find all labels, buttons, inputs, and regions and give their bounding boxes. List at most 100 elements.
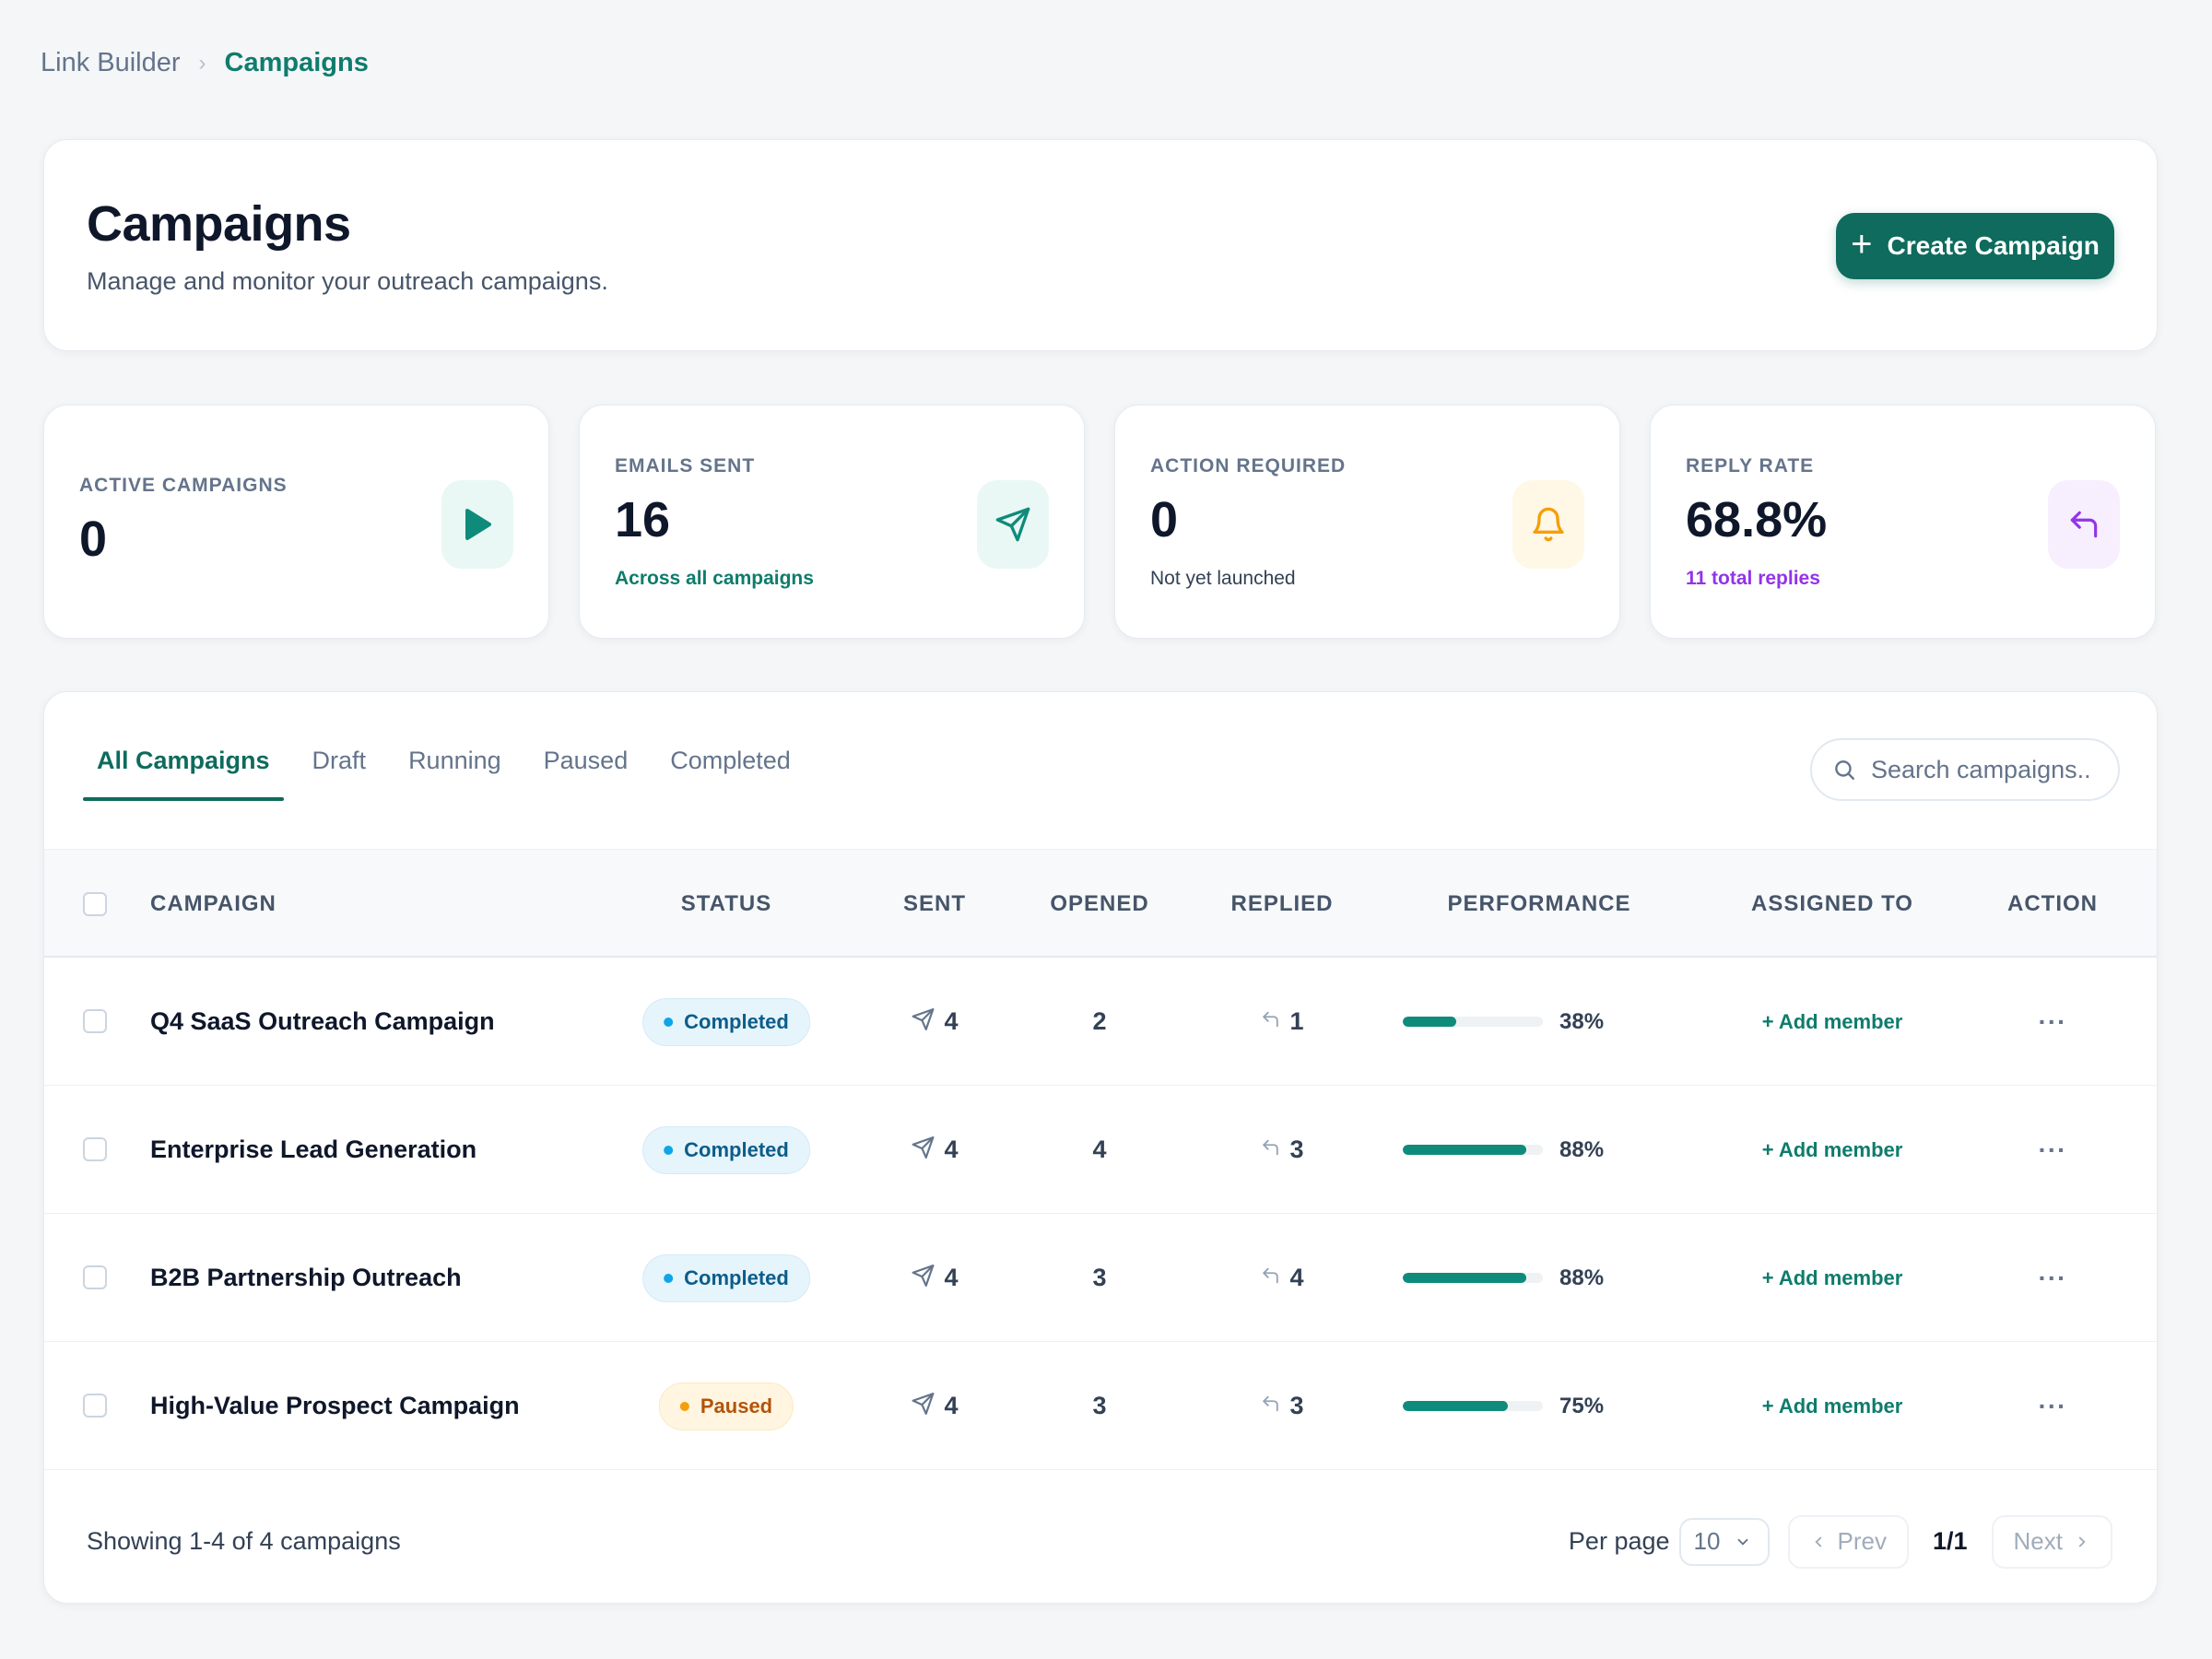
status-badge: Completed [642, 1253, 810, 1302]
stat-sub: Across all campaigns [615, 568, 814, 589]
performance-bar [1403, 1401, 1543, 1411]
breadcrumb-link-builder[interactable]: Link Builder [41, 48, 181, 78]
page: Link Builder › Campaigns Campaigns Manag… [0, 0, 2212, 1659]
table-row[interactable]: B2B Partnership Outreach Completed 4 3 4 88% +… [44, 1214, 2157, 1342]
stat-label: ACTIVE CAMPAIGNS [79, 475, 288, 496]
tab-draft[interactable]: Draft [299, 692, 381, 801]
stat-value: 0 [1150, 492, 1179, 547]
send-icon [977, 480, 1049, 569]
status-dot-icon [664, 1017, 674, 1027]
tab-bar: All Campaigns Draft Running Paused Compl… [83, 692, 819, 801]
more-actions-icon[interactable]: ··· [2039, 1392, 2067, 1421]
page-indicator: 1/1 [1932, 1527, 1968, 1555]
sent-value: 4 [944, 1135, 959, 1163]
breadcrumb: Link Builder › Campaigns [41, 48, 369, 78]
tab-running[interactable]: Running [394, 692, 515, 801]
add-member-link[interactable]: + Add member [1762, 1266, 1903, 1290]
chevron-right-icon: › [198, 50, 206, 76]
table-row[interactable]: Q4 SaaS Outreach Campaign Completed 4 2 1 38%… [44, 958, 2157, 1086]
opened-value: 4 [1092, 1135, 1107, 1163]
more-actions-icon[interactable]: ··· [2039, 1264, 2067, 1293]
per-page-label: Per page [1568, 1527, 1670, 1555]
chevron-left-icon [1814, 1536, 1821, 1547]
replied-count: 4 [1260, 1264, 1304, 1292]
reply-icon [2048, 480, 2120, 569]
send-icon [911, 1264, 935, 1292]
stat-value: 16 [615, 492, 671, 547]
status-label: Completed [684, 1265, 789, 1289]
create-campaign-button[interactable]: + Create Campaign [1836, 213, 2114, 279]
status-dot-icon [664, 1145, 674, 1155]
replied-value: 3 [1289, 1135, 1304, 1163]
status-dot-icon [679, 1401, 689, 1411]
performance-percent: 75% [1559, 1393, 1605, 1418]
table-header: CAMPAIGN STATUS SENT OPENED REPLIED PERF… [44, 849, 2157, 958]
showing-count: Showing 1-4 of 4 campaigns [87, 1527, 401, 1555]
sent-value: 4 [944, 1392, 959, 1419]
chevron-right-icon [2078, 1536, 2086, 1547]
add-member-link[interactable]: + Add member [1762, 1138, 1903, 1162]
campaign-name[interactable]: High-Value Prospect Campaign [150, 1392, 520, 1420]
tab-all-campaigns[interactable]: All Campaigns [83, 692, 284, 801]
campaign-name[interactable]: Q4 SaaS Outreach Campaign [150, 1007, 495, 1036]
page-subtitle: Manage and monitor your outreach campaig… [87, 267, 608, 295]
send-icon [911, 1007, 935, 1036]
row-checkbox[interactable] [83, 1137, 107, 1161]
more-actions-icon[interactable]: ··· [2039, 1007, 2067, 1037]
more-actions-icon[interactable]: ··· [2039, 1135, 2067, 1165]
column-replied[interactable]: REPLIED [1230, 850, 1333, 959]
column-status[interactable]: STATUS [681, 850, 771, 959]
column-assigned-to[interactable]: ASSIGNED TO [1751, 850, 1913, 959]
campaign-name[interactable]: Enterprise Lead Generation [150, 1135, 477, 1164]
plus-icon: + [1851, 224, 1873, 265]
performance-fill [1403, 1145, 1526, 1155]
reply-icon [1260, 1137, 1280, 1162]
performance-percent: 38% [1559, 1008, 1605, 1034]
performance-bar [1403, 1145, 1543, 1155]
stat-sub: Not yet launched [1150, 568, 1296, 589]
column-opened[interactable]: OPENED [1050, 850, 1148, 959]
reply-icon [1260, 1394, 1280, 1418]
row-checkbox[interactable] [83, 1394, 107, 1418]
replied-value: 4 [1289, 1264, 1304, 1291]
add-member-link[interactable]: + Add member [1762, 1010, 1903, 1034]
campaign-name[interactable]: B2B Partnership Outreach [150, 1264, 462, 1292]
table-row[interactable]: Enterprise Lead Generation Completed 4 4 3 88… [44, 1086, 2157, 1214]
next-page-button[interactable]: Next [1991, 1514, 2112, 1569]
sent-value: 4 [944, 1007, 959, 1035]
stat-card-action-required: ACTION REQUIRED 0 Not yet launched [1114, 405, 1620, 639]
opened-value: 2 [1092, 1007, 1107, 1035]
create-campaign-label: Create Campaign [1887, 231, 2100, 260]
column-sent[interactable]: SENT [903, 850, 966, 959]
replied-value: 1 [1289, 1007, 1304, 1035]
next-label: Next [2013, 1527, 2063, 1555]
stat-label: REPLY RATE [1686, 455, 1815, 477]
bell-icon [1512, 480, 1584, 569]
select-all-checkbox[interactable] [83, 892, 107, 916]
replied-count: 1 [1260, 1007, 1304, 1036]
status-label: Completed [684, 1137, 789, 1161]
search-input[interactable] [1871, 755, 2092, 784]
table-row[interactable]: High-Value Prospect Campaign Paused 4 3 3 75%… [44, 1342, 2157, 1470]
reply-icon [1260, 1265, 1280, 1290]
tab-completed[interactable]: Completed [656, 692, 805, 801]
breadcrumb-current: Campaigns [224, 48, 369, 77]
stat-card-emails-sent: EMAILS SENT 16 Across all campaigns [579, 405, 1085, 639]
column-action: ACTION [2007, 891, 2098, 916]
per-page-value: 10 [1693, 1527, 1721, 1555]
play-icon [441, 480, 513, 569]
search-box[interactable] [1810, 738, 2120, 801]
column-performance[interactable]: PERFORMANCE [1447, 850, 1630, 959]
per-page-select[interactable]: 10 [1678, 1517, 1770, 1566]
opened-value: 3 [1092, 1392, 1107, 1419]
prev-page-button[interactable]: Prev [1787, 1514, 1909, 1569]
status-label: Paused [700, 1394, 773, 1418]
add-member-link[interactable]: + Add member [1762, 1394, 1903, 1418]
row-checkbox[interactable] [83, 1009, 107, 1033]
sent-count: 4 [911, 1264, 959, 1292]
status-badge: Completed [642, 997, 810, 1046]
row-checkbox[interactable] [83, 1265, 107, 1289]
column-campaign[interactable]: CAMPAIGN [150, 850, 276, 959]
tab-paused[interactable]: Paused [530, 692, 642, 801]
status-label: Completed [684, 1009, 789, 1033]
